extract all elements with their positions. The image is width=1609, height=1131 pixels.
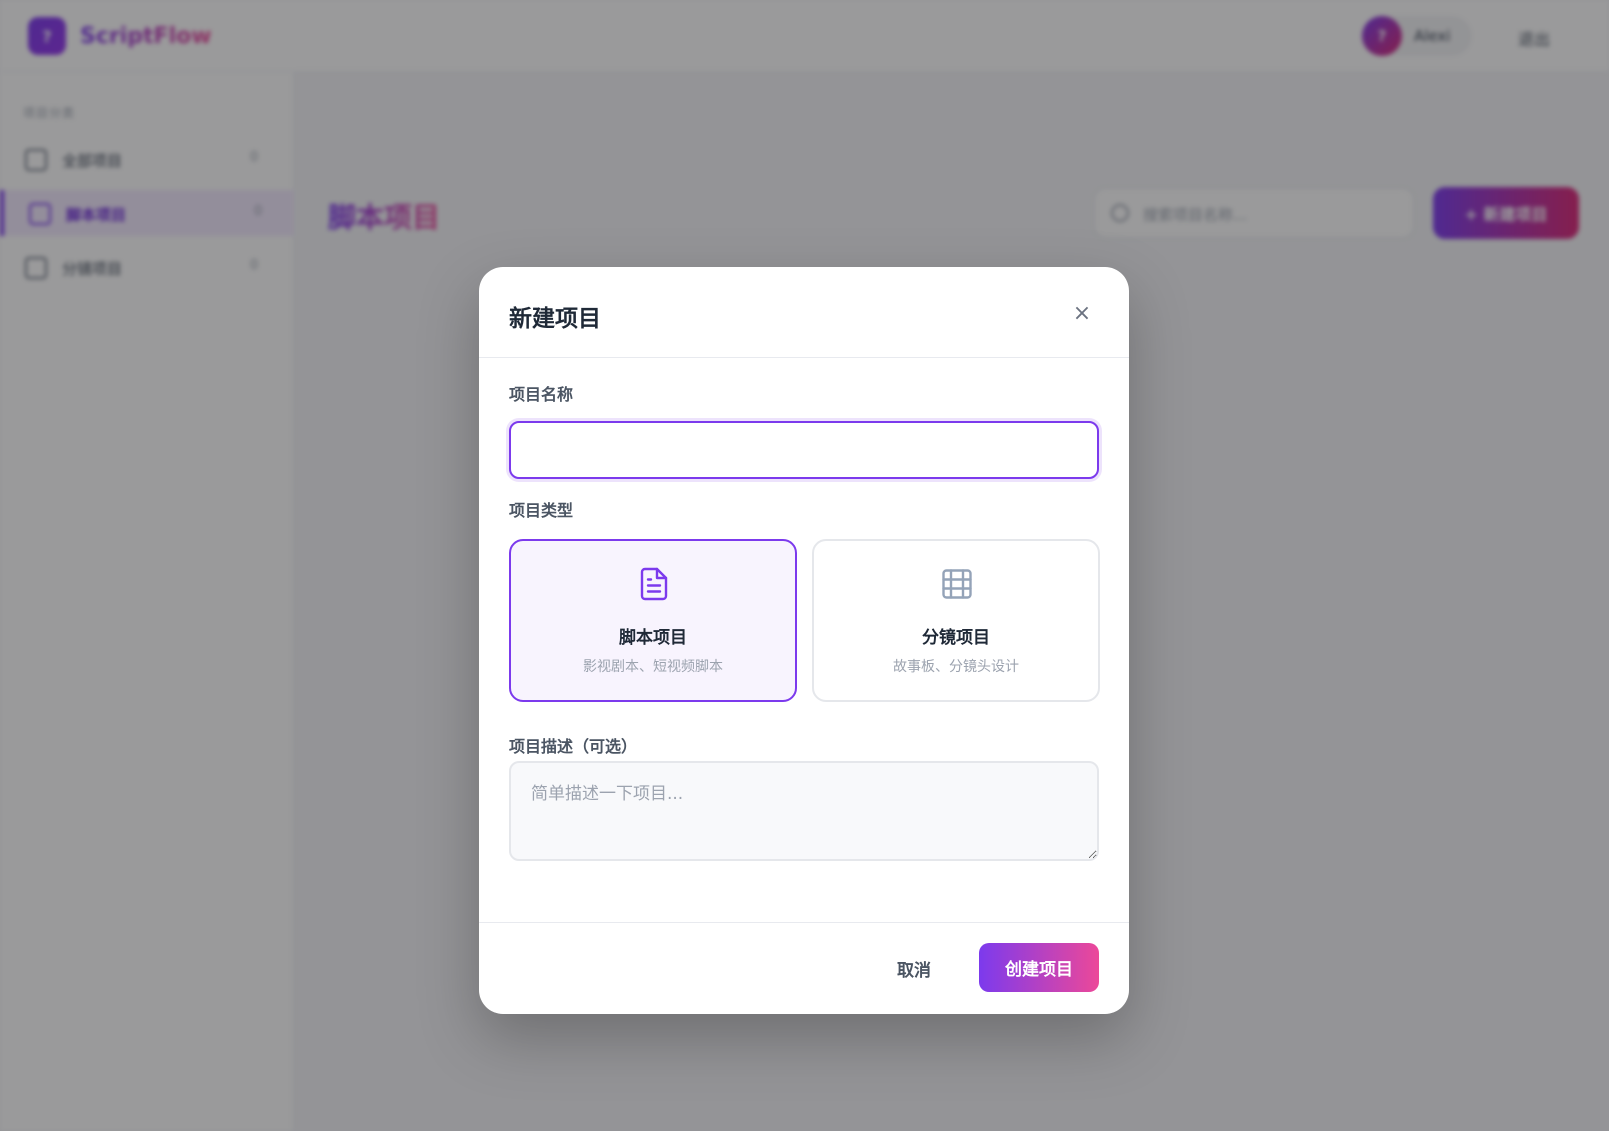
close-button[interactable]: × bbox=[1066, 297, 1098, 329]
close-icon: × bbox=[1072, 300, 1092, 326]
project-name-label: 项目名称 bbox=[509, 385, 574, 404]
type-option-name: 分镜项目 bbox=[922, 628, 990, 648]
type-option-storyboard[interactable]: 分镜项目 故事板、分镜头设计 bbox=[812, 539, 1100, 702]
project-description-label: 项目描述（可选） bbox=[509, 737, 638, 756]
type-option-script[interactable]: 脚本项目 影视剧本、短视频脚本 bbox=[509, 539, 797, 702]
storyboard-grid-icon bbox=[942, 569, 972, 599]
document-icon bbox=[640, 567, 668, 601]
type-option-name: 脚本项目 bbox=[619, 628, 687, 648]
type-option-desc: 影视剧本、短视频脚本 bbox=[583, 659, 723, 675]
new-project-dialog: 新建项目 × 项目名称 项目类型 脚本项目 影视剧本、短视频脚本 分镜项目 故事… bbox=[479, 267, 1129, 1014]
project-type-label: 项目类型 bbox=[509, 501, 574, 520]
create-project-button[interactable]: 创建项目 bbox=[979, 943, 1099, 992]
dialog-header: 新建项目 × bbox=[479, 267, 1129, 358]
cancel-button[interactable]: 取消 bbox=[879, 953, 949, 983]
dialog-footer: 取消 创建项目 bbox=[479, 922, 1129, 1014]
project-description-input[interactable] bbox=[509, 761, 1099, 861]
type-option-desc: 故事板、分镜头设计 bbox=[893, 659, 1019, 675]
dialog-title: 新建项目 bbox=[509, 306, 601, 332]
project-name-input[interactable] bbox=[509, 421, 1099, 479]
